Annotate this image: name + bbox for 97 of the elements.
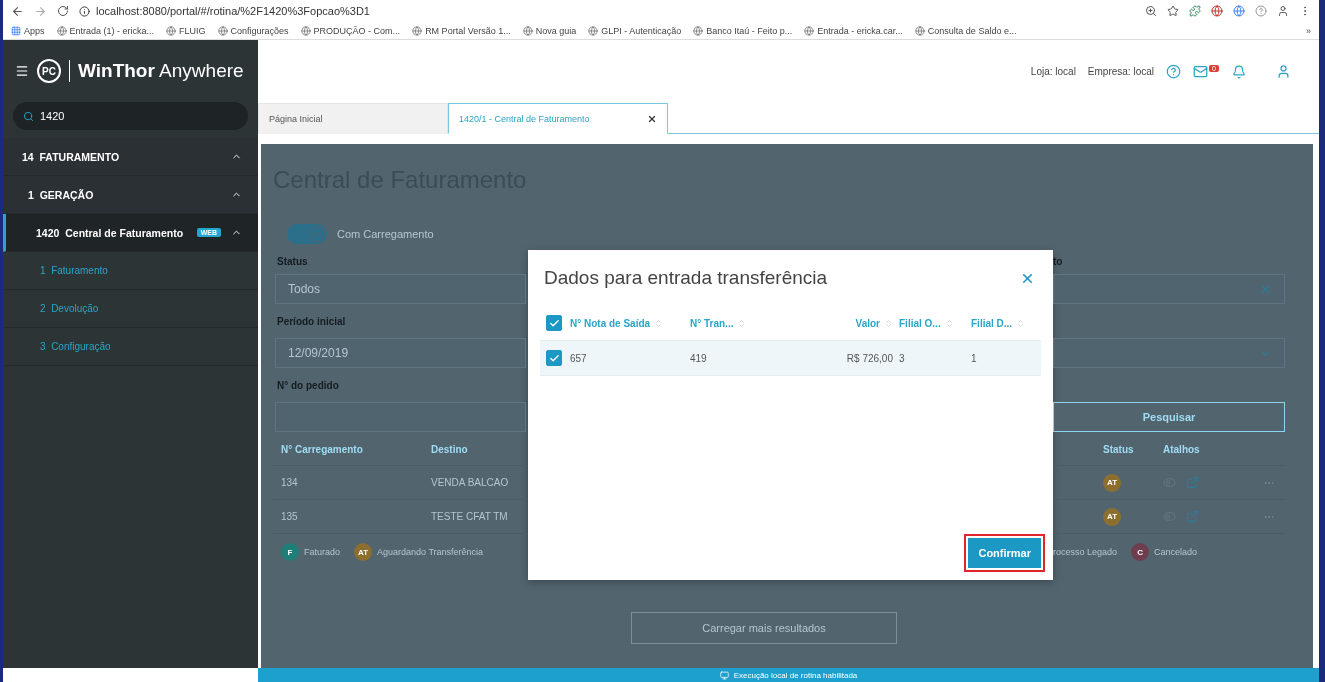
column-header[interactable]: Status bbox=[1103, 444, 1163, 455]
globe-icon bbox=[522, 25, 533, 36]
logo: PC bbox=[37, 59, 61, 83]
brand-name: WinThor Anywhere bbox=[69, 60, 244, 82]
globe-icon bbox=[166, 25, 177, 36]
forward-icon[interactable] bbox=[34, 4, 47, 18]
bookmark[interactable]: Nova guia bbox=[522, 25, 577, 36]
help-icon[interactable] bbox=[1166, 64, 1181, 79]
globe-icon bbox=[217, 25, 228, 36]
monitor-icon bbox=[719, 670, 729, 680]
bookmark[interactable]: Banco Itaú - Feito p... bbox=[693, 25, 793, 36]
globe-icon bbox=[914, 25, 925, 36]
user-icon[interactable] bbox=[1276, 64, 1291, 79]
profile-icon[interactable] bbox=[1277, 5, 1289, 17]
menu-item[interactable]: 1 GERAÇÃO bbox=[3, 176, 258, 214]
table-cell-text: 1 bbox=[971, 352, 978, 364]
bookmark[interactable]: Configurações bbox=[217, 25, 289, 36]
bookmark[interactable]: FLUIG bbox=[166, 25, 206, 36]
checkbox[interactable] bbox=[546, 350, 562, 366]
sort-icon bbox=[1016, 318, 1026, 328]
bookmark[interactable]: Entrada (1) - ericka... bbox=[56, 25, 155, 36]
extension-icon[interactable] bbox=[1211, 5, 1223, 17]
globe-icon bbox=[693, 25, 704, 36]
close-icon[interactable] bbox=[647, 113, 657, 124]
sort-icon bbox=[654, 318, 664, 328]
select-field[interactable] bbox=[1053, 274, 1285, 304]
tab[interactable]: Página Inicial bbox=[258, 103, 448, 134]
column-header[interactable]: N° Carregamento bbox=[281, 444, 431, 455]
bookmark[interactable]: Consulta de Saldo e... bbox=[914, 25, 1017, 36]
status-dot: AT bbox=[354, 543, 373, 561]
star-icon[interactable] bbox=[1167, 5, 1179, 17]
field-label: N° do pedido bbox=[277, 379, 339, 391]
table-cell-text: 3 bbox=[899, 352, 906, 364]
field-label: to bbox=[1053, 255, 1063, 267]
check-icon bbox=[548, 317, 560, 329]
legend-label: rocesso Legado bbox=[1053, 547, 1118, 557]
globe-icon bbox=[56, 25, 67, 36]
bell-icon[interactable] bbox=[1232, 64, 1246, 79]
text-field[interactable]: 12/09/2019 bbox=[275, 338, 526, 368]
legend-label: Aguardando Transferência bbox=[377, 547, 484, 557]
menu-icon[interactable] bbox=[15, 64, 29, 78]
bookmark[interactable]: Apps bbox=[11, 25, 45, 36]
company-label: Empresa: local bbox=[1087, 66, 1154, 77]
mail-icon bbox=[1193, 64, 1208, 79]
status-dot: AT bbox=[1103, 507, 1121, 526]
extension-icon[interactable] bbox=[1233, 5, 1245, 17]
status-text: Execução local de rotina habilitada bbox=[733, 670, 858, 680]
table-cell-text: VENDA BALCAO bbox=[431, 477, 510, 488]
search-icon bbox=[23, 110, 34, 122]
zoom-icon[interactable] bbox=[1145, 5, 1157, 17]
select-field[interactable] bbox=[1053, 338, 1285, 368]
status-dot: F bbox=[281, 543, 299, 561]
globe-icon bbox=[588, 25, 599, 36]
dialog-title: Dados para entrada transferência bbox=[544, 267, 828, 289]
column-header[interactable]: Destino bbox=[431, 444, 528, 455]
table-cell-text: R$ 726,00 bbox=[845, 352, 894, 364]
back-icon[interactable] bbox=[11, 4, 24, 18]
extension-icon[interactable] bbox=[1189, 5, 1201, 17]
legend-label: Faturado bbox=[304, 547, 341, 557]
info-icon bbox=[79, 5, 90, 17]
bookmark[interactable]: RM Portal Versão 1... bbox=[412, 25, 511, 36]
more-bookmarks[interactable]: » bbox=[1306, 25, 1311, 36]
sort-icon bbox=[737, 318, 747, 328]
sort-icon bbox=[944, 318, 954, 328]
sort-icon bbox=[884, 318, 893, 328]
table-cell-text: 134 bbox=[281, 477, 299, 488]
grid-icon bbox=[11, 25, 21, 36]
table-cell-text: 419 bbox=[690, 352, 708, 364]
load-more-button[interactable]: Carregar mais resultados bbox=[631, 612, 897, 644]
table-cell-text: 135 bbox=[281, 511, 299, 522]
status-dot: C bbox=[1131, 543, 1150, 561]
bookmark[interactable]: PRODUÇÃO - Com... bbox=[300, 25, 401, 36]
table-cell-text: 657 bbox=[570, 352, 588, 364]
toggle-switch[interactable] bbox=[287, 224, 327, 244]
bookmark[interactable]: Entrada - ericka.car... bbox=[804, 25, 903, 36]
check-icon bbox=[548, 352, 560, 364]
status-dot: AT bbox=[1103, 473, 1121, 492]
search-button[interactable]: Pesquisar bbox=[1053, 402, 1285, 432]
input-field[interactable] bbox=[275, 402, 526, 432]
legend-label: Cancelado bbox=[1154, 547, 1198, 557]
reload-icon[interactable] bbox=[57, 5, 69, 17]
extension-icon[interactable] bbox=[1255, 5, 1267, 17]
globe-icon bbox=[412, 25, 423, 36]
toggle-label: Com Carregamento bbox=[337, 228, 434, 240]
globe-icon bbox=[300, 25, 311, 36]
store-label: Loja: local bbox=[1030, 66, 1076, 77]
field-label: Período inicial bbox=[277, 315, 346, 327]
menu-item[interactable]: 14 FATURAMENTO bbox=[3, 138, 258, 176]
address-bar[interactable]: localhost:8080/portal/#/rotina/%2F1420%3Fopcao%3D1 bbox=[79, 5, 1135, 17]
globe-icon bbox=[804, 25, 815, 36]
checkbox[interactable] bbox=[546, 315, 562, 331]
check-icon bbox=[312, 229, 322, 239]
table-cell-text: TESTE CFAT TM bbox=[431, 511, 509, 522]
column-header[interactable]: Atalhos bbox=[1163, 444, 1258, 455]
text-field[interactable]: Todos bbox=[275, 274, 526, 304]
bookmark[interactable]: GLPI - Autenticação bbox=[588, 25, 682, 36]
field-label: Status bbox=[277, 255, 308, 267]
